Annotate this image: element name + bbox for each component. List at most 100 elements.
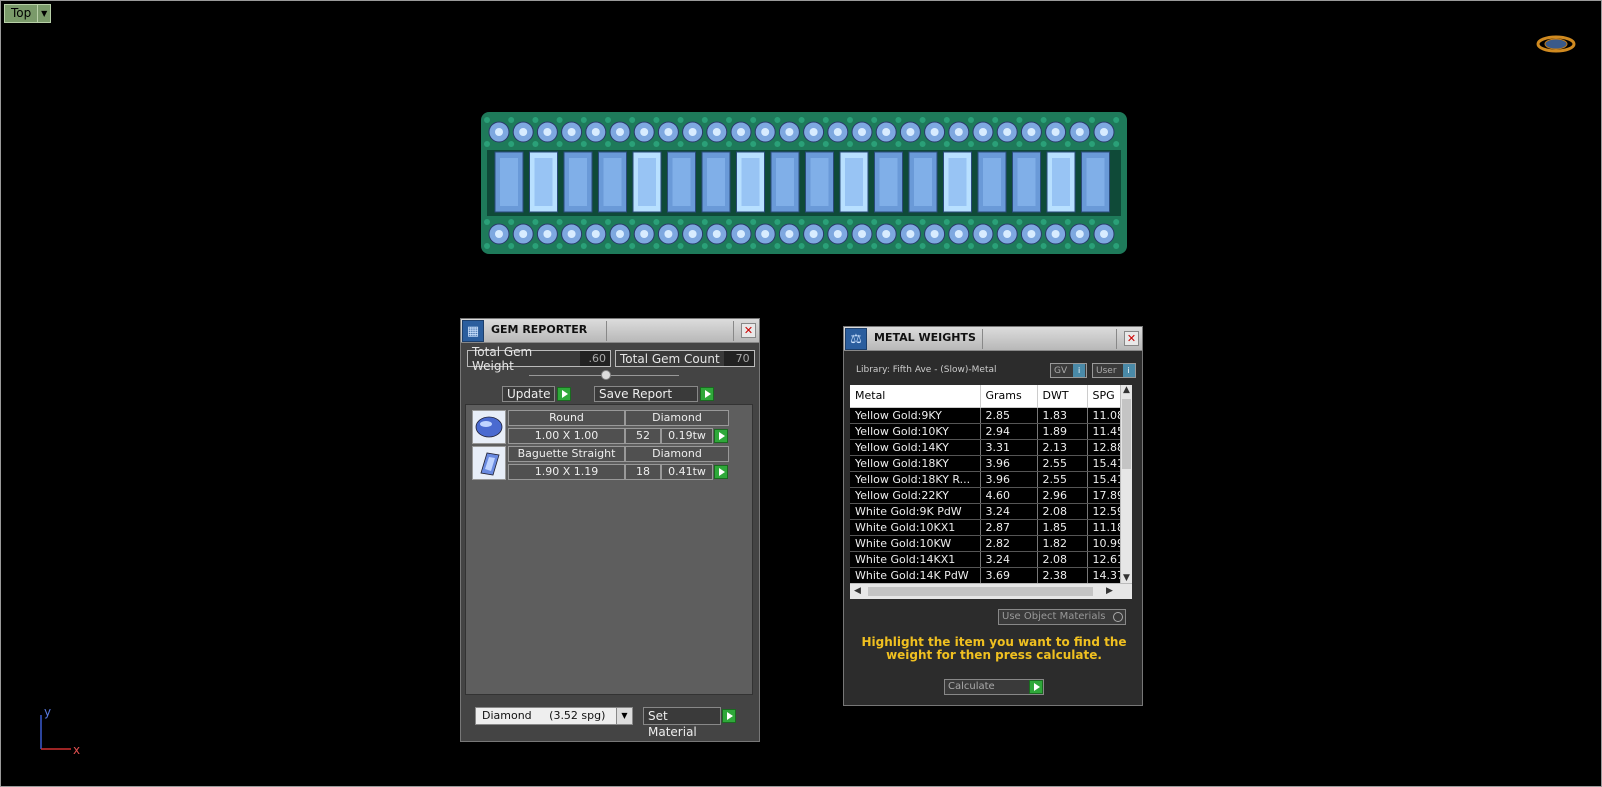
scroll-left-icon[interactable]: ◀ (854, 586, 861, 596)
table-cell: Yellow Gold:9KY (850, 407, 981, 424)
gem-count: 18 (625, 464, 661, 480)
calculate-go-icon[interactable] (1029, 680, 1043, 694)
table-cell: 15.41 (1087, 471, 1121, 488)
gem-reporter-title: GEM REPORTER (491, 323, 588, 336)
table-cell: 17.89 (1087, 487, 1121, 504)
table-row[interactable]: Yellow Gold:14KY3.312.1312.88 (850, 439, 1121, 456)
user-label: User (1096, 365, 1117, 376)
gv-label: GV (1054, 365, 1068, 376)
metal-weights-panel: ⚖ METAL WEIGHTS ✕ Library: Fifth Ave - (… (843, 326, 1143, 706)
scroll-right-icon[interactable]: ▶ (1106, 586, 1113, 596)
table-cell: 2.55 (1037, 455, 1088, 472)
material-select[interactable]: Diamond (3.52 spg) ▼ (475, 707, 633, 725)
axis-y-label: y (44, 705, 51, 719)
table-cell: 3.96 (980, 471, 1038, 488)
gem-list-item[interactable]: Round Diamond 1.00 X 1.00 52 0.19tw (472, 410, 729, 444)
table-cell: Yellow Gold:18KY R... (850, 471, 981, 488)
table-cell: 11.08 (1087, 407, 1121, 424)
navigation-ring-icon[interactable] (1536, 33, 1576, 55)
total-gem-count-value: 70 (723, 351, 754, 366)
table-cell: 2.08 (1037, 551, 1088, 568)
instruction-text: Highlight the item you want to find the … (861, 635, 1127, 662)
scroll-thumb[interactable] (1122, 399, 1131, 469)
update-go-icon[interactable] (557, 387, 572, 401)
close-icon[interactable]: ✕ (741, 323, 756, 338)
table-row[interactable]: White Gold:10KX12.871.8511.18 (850, 519, 1121, 536)
table-cell: Yellow Gold:18KY (850, 455, 981, 472)
axis-x-label: x (73, 743, 80, 755)
gem-list-item[interactable]: Baguette Straight Diamond 1.90 X 1.19 18… (472, 446, 729, 480)
update-button[interactable]: Update (502, 386, 556, 402)
view-label[interactable]: Top ▼ (4, 4, 52, 23)
table-row[interactable]: Yellow Gold:22KY4.602.9617.89 (850, 487, 1121, 504)
table-row[interactable]: White Gold:9K PdW3.242.0812.59 (850, 503, 1121, 520)
table-cell: Yellow Gold:14KY (850, 439, 981, 456)
round-gem-icon (472, 410, 506, 444)
gem-material: Diamond (625, 446, 729, 462)
slider-handle[interactable] (601, 370, 611, 380)
table-cell: 3.69 (980, 567, 1038, 584)
close-icon[interactable]: ✕ (1124, 331, 1139, 346)
table-cell: 12.88 (1087, 439, 1121, 456)
chevron-down-icon[interactable]: ▼ (616, 708, 632, 724)
table-cell: 2.87 (980, 519, 1038, 536)
table-cell: White Gold:14KX1 (850, 551, 981, 568)
axis-gizmo: y x (40, 705, 80, 755)
table-row[interactable]: White Gold:14K PdW3.692.3814.37 (850, 567, 1121, 584)
user-toggle[interactable]: User i (1092, 363, 1136, 378)
scroll-thumb[interactable] (868, 587, 1093, 596)
table-row[interactable]: Yellow Gold:9KY2.851.8311.08 (850, 407, 1121, 424)
column-header[interactable]: Metal (850, 385, 981, 408)
set-material-go-icon[interactable] (722, 709, 736, 723)
baguette-gem-icon (472, 446, 506, 480)
table-row[interactable]: Yellow Gold:18KY R...3.962.5515.41 (850, 471, 1121, 488)
table-cell: White Gold:14K PdW (850, 567, 981, 584)
table-cell: 3.96 (980, 455, 1038, 472)
table-cell: 2.82 (980, 535, 1038, 552)
radio-icon[interactable] (1113, 612, 1123, 622)
table-cell: 2.13 (1037, 439, 1088, 456)
table-cell: 2.08 (1037, 503, 1088, 520)
save-report-go-icon[interactable] (700, 387, 714, 401)
table-cell: 4.60 (980, 487, 1038, 504)
table-row[interactable]: Yellow Gold:10KY2.941.8911.45 (850, 423, 1121, 440)
gem-count: 52 (625, 428, 661, 444)
ring-model[interactable] (481, 112, 1127, 254)
gem-shape: Round (508, 410, 625, 426)
scroll-up-icon[interactable]: ▲ (1123, 385, 1130, 395)
column-header[interactable]: SPG (1087, 385, 1121, 408)
gem-list[interactable]: Round Diamond 1.00 X 1.00 52 0.19tw Bagu… (465, 404, 753, 695)
metal-table[interactable]: Metal Grams DWT SPG Yellow Gold:9KY 2.85 1.83… (850, 385, 1132, 599)
table-row[interactable]: White Gold:14KX13.242.0812.61 (850, 551, 1121, 568)
gem-select-icon[interactable] (714, 465, 728, 479)
table-cell: 12.61 (1087, 551, 1121, 568)
gem-select-icon[interactable] (714, 429, 728, 443)
save-report-button[interactable]: Save Report (594, 386, 698, 402)
table-row[interactable]: Yellow Gold:18KY3.962.5515.41 (850, 455, 1121, 472)
viewport-top[interactable]: Top ▼ y x ▦ GEM REPORTER ✕ Total Gem Wei… (0, 0, 1602, 787)
column-header[interactable]: DWT (1037, 385, 1088, 408)
table-cell: 1.89 (1037, 423, 1088, 440)
use-object-materials-toggle[interactable]: Use Object Materials (998, 609, 1126, 625)
metal-weights-titlebar[interactable]: ⚖ METAL WEIGHTS ✕ (844, 327, 1142, 351)
table-cell: Yellow Gold:10KY (850, 423, 981, 440)
total-gem-weight-label: Total Gem Weight (472, 344, 533, 373)
use-object-materials-label: Use Object Materials (1002, 611, 1106, 622)
view-name[interactable]: Top (4, 4, 39, 23)
horizontal-scrollbar[interactable]: ◀ ▶ (850, 583, 1132, 599)
vertical-scrollbar[interactable]: ▲ ▼ (1120, 385, 1132, 583)
scroll-down-icon[interactable]: ▼ (1123, 573, 1130, 583)
table-cell: White Gold:10KX1 (850, 519, 981, 536)
column-header[interactable]: Grams (980, 385, 1038, 408)
calculate-button[interactable]: Calculate (944, 679, 1044, 695)
table-cell: 15.41 (1087, 455, 1121, 472)
chevron-down-icon[interactable]: ▼ (38, 4, 52, 23)
gv-toggle[interactable]: GV i (1050, 363, 1087, 378)
gem-reporter-titlebar[interactable]: ▦ GEM REPORTER ✕ (461, 319, 759, 343)
table-cell: 11.18 (1087, 519, 1121, 536)
table-row[interactable]: White Gold:10KW2.821.8210.99 (850, 535, 1121, 552)
table-cell: 12.59 (1087, 503, 1121, 520)
set-material-button[interactable]: Set Material (643, 707, 721, 739)
table-cell: 3.24 (980, 551, 1038, 568)
table-cell: 2.85 (980, 407, 1038, 424)
